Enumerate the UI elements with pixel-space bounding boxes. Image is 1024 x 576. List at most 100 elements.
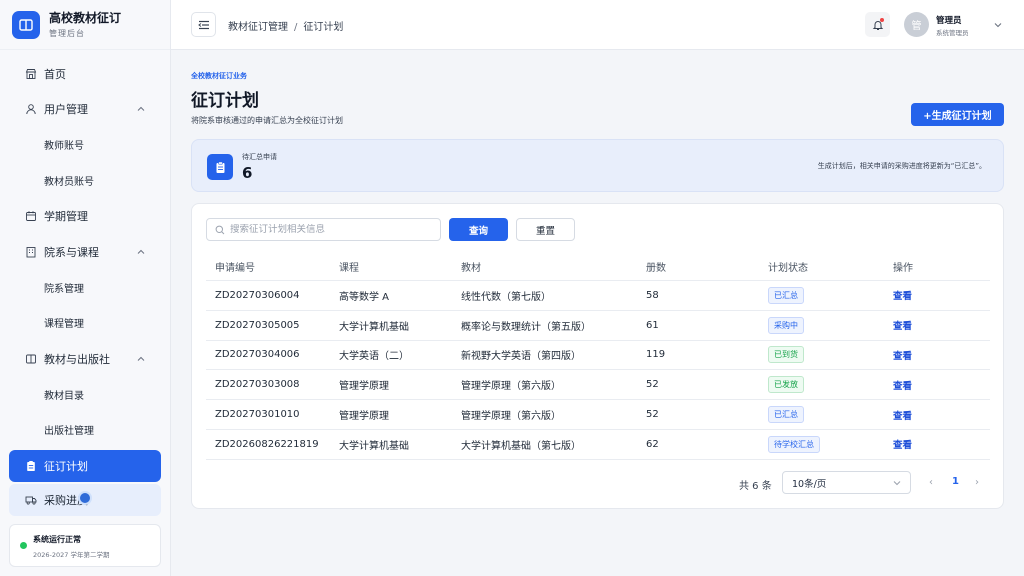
breadcrumb-item[interactable]: 教材征订管理 bbox=[228, 22, 288, 33]
user-role: 系统管理员 bbox=[936, 29, 969, 37]
sidebar-item-courses[interactable]: 课程管理 bbox=[0, 305, 170, 341]
sidebar-item-teacher-accounts[interactable]: 教师账号 bbox=[0, 127, 170, 163]
cell-status: 已汇总 bbox=[768, 281, 804, 310]
cell-quantity: 52 bbox=[646, 379, 659, 391]
cell-action: 查看 bbox=[893, 281, 912, 310]
truck-icon bbox=[24, 493, 37, 506]
sidebar-item-staff-accounts[interactable]: 教材员账号 bbox=[0, 163, 170, 199]
cell-textbook: 概率论与数理统计（第五版） bbox=[461, 321, 591, 333]
column-header: 课程 bbox=[339, 262, 359, 274]
reset-button[interactable]: 重置 bbox=[516, 218, 575, 241]
breadcrumb-item: 征订计划 bbox=[303, 22, 344, 33]
column-header: 教材 bbox=[461, 262, 481, 274]
query-button[interactable]: 查询 bbox=[449, 218, 508, 241]
user-name[interactable]: 管理员 bbox=[936, 14, 962, 26]
status-badge: 已到货 bbox=[768, 346, 804, 364]
pending-summary-card: 待汇总申请 6 生成计划后，相关申请的采购进度将更新为“已汇总”。 bbox=[191, 139, 1004, 192]
status-badge: 已汇总 bbox=[768, 406, 804, 424]
cell-action: 查看 bbox=[893, 430, 912, 459]
search-icon bbox=[215, 225, 225, 234]
cell-quantity: 119 bbox=[646, 349, 666, 361]
cell-application-id: ZD20270304006 bbox=[215, 349, 300, 361]
status-badge: 已汇总 bbox=[768, 286, 804, 304]
view-link[interactable]: 查看 bbox=[893, 288, 912, 302]
cell-textbook: 大学计算机基础（第七版） bbox=[461, 440, 581, 452]
status-subtitle: 2026-2027 学年第二学期 bbox=[33, 551, 110, 559]
page-size-select[interactable]: 10条/页 bbox=[782, 471, 911, 494]
sidebar-item-terms[interactable]: 学期管理 bbox=[0, 198, 170, 234]
chevron-down-icon[interactable] bbox=[993, 20, 1003, 30]
table-row: ZD20260826221819 大学计算机基础 大学计算机基础（第七版） 62 待学校… bbox=[206, 430, 990, 460]
user-icon bbox=[24, 103, 37, 116]
sidebar-item-label: 教师账号 bbox=[44, 141, 84, 153]
view-link[interactable]: 查看 bbox=[893, 378, 912, 392]
storefront-icon bbox=[24, 67, 37, 80]
cell-status: 已到货 bbox=[768, 341, 804, 370]
generate-plan-button[interactable]: +生成征订计划 bbox=[911, 103, 1004, 126]
cell-action: 查看 bbox=[893, 341, 912, 370]
cell-status: 已汇总 bbox=[768, 400, 804, 429]
cell-action: 查看 bbox=[893, 311, 912, 340]
next-page-button[interactable]: › bbox=[975, 477, 979, 488]
table-row: ZD20270304006 大学英语（二） 新视野大学英语（第四版） 119 已到货 查看 bbox=[206, 341, 990, 371]
sidebar-item-departments-courses[interactable]: 院系与课程 bbox=[0, 234, 170, 270]
sidebar-item-textbook-catalog[interactable]: 教材目录 bbox=[0, 376, 170, 412]
cell-action: 查看 bbox=[893, 370, 912, 399]
sidebar-item-label: 征订计划 bbox=[44, 459, 88, 473]
sidebar-item-order-plans[interactable]: 征订计划 bbox=[9, 449, 161, 482]
summary-note: 生成计划后，相关申请的采购进度将更新为“已汇总”。 bbox=[817, 162, 986, 170]
column-header: 计划状态 bbox=[768, 262, 808, 274]
sidebar-item-textbooks-publishers[interactable]: 教材与出版社 bbox=[0, 341, 170, 377]
view-link[interactable]: 查看 bbox=[893, 437, 912, 451]
cell-textbook: 管理学原理（第六版） bbox=[461, 411, 561, 423]
cell-quantity: 62 bbox=[646, 438, 659, 450]
menu-fold-icon bbox=[197, 20, 209, 29]
book-icon bbox=[24, 352, 37, 365]
sidebar-item-home[interactable]: 首页 bbox=[0, 56, 170, 92]
brand-title: 高校教材征订 bbox=[49, 10, 122, 25]
chevron-up-icon bbox=[137, 249, 145, 254]
sidebar-item-label: 首页 bbox=[44, 67, 66, 81]
cell-quantity: 61 bbox=[646, 319, 659, 331]
status-badge: 采购中 bbox=[768, 316, 804, 334]
table-row: ZD20270306004 高等数学 A 线性代数（第七版） 58 已汇总 查看 bbox=[206, 281, 990, 311]
notification-button[interactable] bbox=[865, 12, 890, 37]
column-header: 操作 bbox=[893, 262, 913, 274]
chevron-up-icon bbox=[137, 356, 145, 361]
pagination-total: 共 6 条 bbox=[739, 481, 772, 492]
breadcrumb: 教材征订管理 / 征订计划 bbox=[228, 18, 343, 33]
view-link[interactable]: 查看 bbox=[893, 408, 912, 422]
cell-status: 采购中 bbox=[768, 311, 804, 340]
view-link[interactable]: 查看 bbox=[893, 348, 912, 362]
brand: 高校教材征订 管理后台 bbox=[0, 0, 170, 50]
clipboard-icon bbox=[207, 154, 233, 180]
cell-action: 查看 bbox=[893, 400, 912, 429]
cell-textbook: 线性代数（第七版） bbox=[461, 291, 551, 303]
search-input[interactable] bbox=[230, 224, 430, 235]
sidebar-item-publishers[interactable]: 出版社管理 bbox=[0, 412, 170, 448]
cell-status: 待学校汇总 bbox=[768, 430, 820, 459]
status-badge: 待学校汇总 bbox=[768, 435, 820, 453]
cell-quantity: 58 bbox=[646, 289, 659, 301]
prev-page-button[interactable]: ‹ bbox=[929, 477, 933, 488]
cursor-indicator bbox=[78, 491, 92, 505]
system-status-card: 系统运行正常 2026-2027 学年第二学期 bbox=[9, 524, 161, 567]
search-box[interactable] bbox=[206, 218, 441, 241]
avatar[interactable]: 管 bbox=[904, 12, 929, 37]
table-header-row: 申请编号 课程 教材 册数 计划状态 操作 bbox=[206, 252, 990, 281]
sidebar-item-label: 院系与课程 bbox=[44, 245, 99, 259]
view-link[interactable]: 查看 bbox=[893, 318, 912, 332]
sidebar-item-departments[interactable]: 院系管理 bbox=[0, 270, 170, 306]
menu-toggle-button[interactable] bbox=[191, 12, 216, 37]
sidebar-item-label: 教材与出版社 bbox=[44, 352, 110, 366]
topbar: 教材征订管理 / 征订计划 管 管理员 系统管理员 bbox=[171, 0, 1024, 50]
sidebar-menu: 首页用户管理教师账号教材员账号 学期管理院系与课程院系管理 课程管理教材与出版社教材… bbox=[0, 50, 170, 516]
sidebar-item-users[interactable]: 用户管理 bbox=[0, 92, 170, 128]
plan-table-card: 查询 重置 申请编号 课程 教材 册数 计划状态 操作 ZD2027030600… bbox=[191, 203, 1004, 509]
sidebar: 高校教材征订 管理后台 首页用户管理教师账号教材员账号 学期管理院系与课程院系管理… bbox=[0, 0, 171, 576]
page-number-current[interactable]: 1 bbox=[952, 476, 959, 487]
brand-subtitle: 管理后台 bbox=[49, 28, 85, 38]
summary-count: 6 bbox=[242, 164, 253, 182]
cell-application-id: ZD20270303008 bbox=[215, 379, 300, 391]
cell-application-id: ZD20270305005 bbox=[215, 319, 300, 331]
